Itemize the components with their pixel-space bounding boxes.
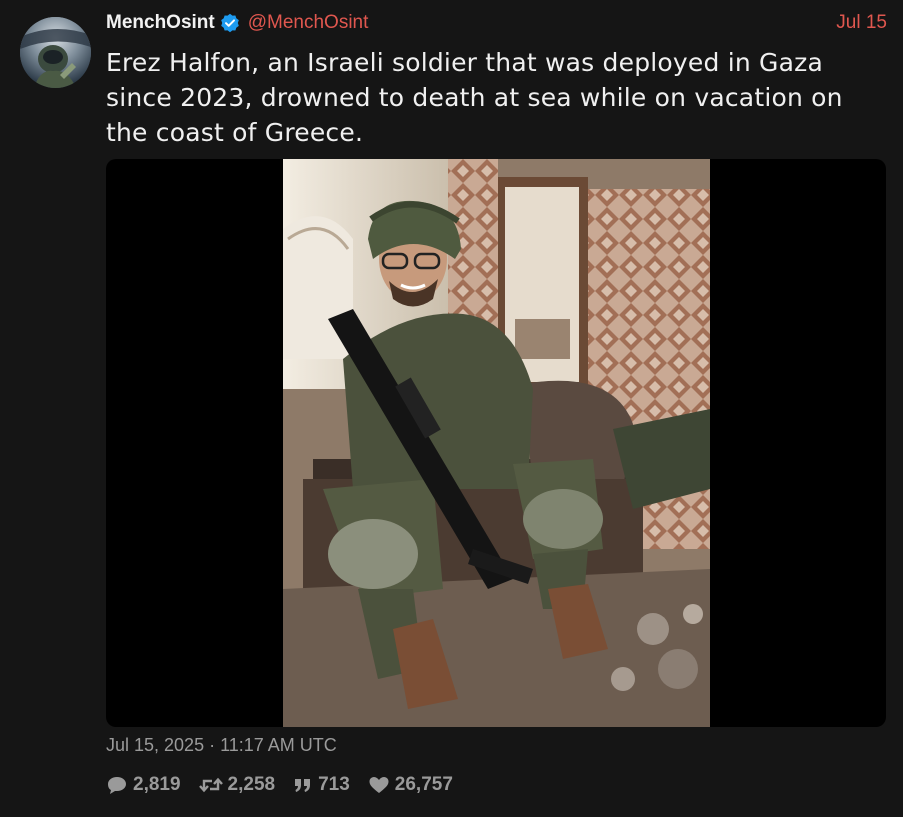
- tweet-text: Erez Halfon, an Israeli soldier that was…: [106, 48, 843, 147]
- tweet-date-link[interactable]: Jul 15: [836, 12, 887, 34]
- like-count[interactable]: 26,757: [368, 774, 453, 796]
- tweet-card: MenchOsint @MenchOsint Jul 15 Erez Halfo…: [0, 0, 903, 817]
- retweet-count[interactable]: 2,258: [198, 774, 276, 796]
- retweet-arrows-icon: [198, 777, 223, 793]
- tweet-timestamp[interactable]: Jul 15, 2025 · 11:17 AM UTC: [106, 735, 337, 756]
- author-handle[interactable]: @MenchOsint: [248, 12, 369, 34]
- speech-bubble-icon: [108, 777, 126, 794]
- tweet-media[interactable]: [106, 159, 886, 727]
- author-display-name[interactable]: MenchOsint: [106, 12, 215, 34]
- quote-count-value: 713: [318, 774, 350, 795]
- tweet-header: MenchOsint @MenchOsint Jul 15: [106, 10, 887, 36]
- like-count-value: 26,757: [394, 774, 453, 795]
- avatar[interactable]: [20, 17, 91, 88]
- heart-icon: [369, 777, 389, 793]
- avatar-pilot-image: [20, 17, 91, 88]
- reply-count[interactable]: 2,819: [106, 774, 181, 796]
- retweet-count-value: 2,258: [227, 774, 276, 795]
- soldier-photo[interactable]: [283, 159, 710, 727]
- reply-count-value: 2,819: [133, 774, 181, 795]
- quote-count[interactable]: 713: [293, 774, 350, 796]
- quote-marks-icon: [295, 779, 311, 792]
- tweet-stats: 2,819 2,258 713 26,757: [106, 772, 471, 798]
- verified-badge-icon: [220, 13, 240, 33]
